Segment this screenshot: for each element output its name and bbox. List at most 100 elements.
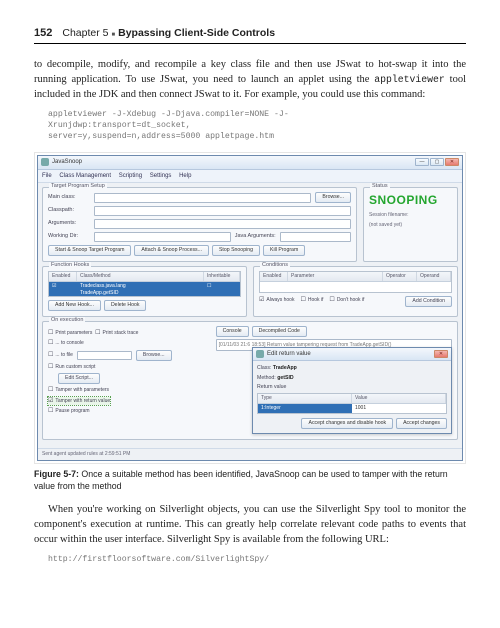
command-block: appletviewer -J-Xdebug -J-Djava.compiler…	[48, 109, 466, 142]
radio-always-hook[interactable]: Always hook	[259, 296, 294, 307]
command-line: appletviewer -J-Xdebug -J-Djava.compiler…	[48, 109, 466, 120]
menu-class-management[interactable]: Class Management	[59, 173, 111, 179]
radio-dont-hook-if[interactable]: Don't hook if	[329, 296, 364, 307]
arguments-input[interactable]	[94, 219, 351, 229]
group-legend: On execution	[49, 317, 85, 325]
menu-file[interactable]: File	[42, 173, 52, 179]
start-snoop-button[interactable]: Start & Snoop Target Program	[48, 245, 131, 256]
label-java-args: Java Arguments:	[235, 233, 276, 241]
dlg-class-value: TradeApp	[273, 365, 297, 371]
add-condition-button[interactable]: Add Condition	[405, 296, 452, 307]
hooks-grid[interactable]: Enabled Class/Method Inheritable ☑ Trade…	[48, 271, 241, 297]
menu-scripting[interactable]: Scripting	[119, 173, 142, 179]
menu-bar[interactable]: File Class Management Scripting Settings…	[38, 170, 462, 183]
kill-program-button[interactable]: Kill Program	[263, 245, 305, 256]
edit-script-button[interactable]: Edit Script...	[58, 373, 100, 384]
col-enabled[interactable]: Enabled	[49, 272, 77, 281]
col-operand[interactable]: Operand	[417, 272, 451, 281]
menu-help[interactable]: Help	[179, 173, 191, 179]
col-class-method[interactable]: Class/Method	[77, 272, 204, 281]
col-inheritable[interactable]: Inheritable	[204, 272, 240, 281]
accept-disable-button[interactable]: Accept changes and disable hook	[301, 418, 393, 429]
command-line: Xrunjdwp:transport=dt_socket,	[48, 120, 466, 131]
chk-tamper-params[interactable]: Tamper with parameters	[48, 386, 109, 394]
tab-console[interactable]: Console	[216, 326, 249, 337]
titlebar[interactable]: JavaSnoop — ▢ ✕	[38, 156, 462, 169]
label-main-class: Main class:	[48, 194, 90, 202]
chk-print-params[interactable]: Print parameters	[48, 330, 92, 336]
dlg-method-value: getSID	[277, 375, 293, 381]
accept-button[interactable]: Accept changes	[396, 418, 447, 429]
group-legend: Function Hooks	[49, 262, 91, 270]
inline-code: appletviewer	[374, 74, 445, 85]
page-header: 152 Chapter 5 ■ Bypassing Client-Side Co…	[34, 26, 466, 44]
return-value-cell[interactable]: 1001	[352, 404, 446, 413]
figure-caption-text: Once a suitable method has been identifi…	[34, 469, 448, 491]
return-type-cell[interactable]: 1:Integer	[258, 404, 352, 413]
java-args-input[interactable]	[280, 232, 351, 242]
on-execution-group: On execution Print parameters Print stac…	[42, 321, 458, 440]
col-enabled[interactable]: Enabled	[260, 272, 288, 281]
conditions-grid[interactable]: Enabled Parameter Operator Operand	[259, 271, 452, 293]
add-hook-button[interactable]: Add New Hook...	[48, 300, 101, 311]
label-arguments: Arguments:	[48, 220, 90, 228]
delete-hook-button[interactable]: Delete Hook	[104, 300, 147, 311]
url-text: http://firstfloorsoftware.com/Silverligh…	[48, 554, 466, 565]
browse-file-button[interactable]: Browse...	[136, 350, 172, 361]
return-value-label: Return value	[257, 384, 447, 391]
dialog-title: Edit return value	[267, 350, 311, 358]
attach-snoop-button[interactable]: Attach & Snoop Process...	[134, 245, 209, 256]
chk-print-stack[interactable]: Print stack trace	[95, 330, 138, 336]
dialog-close-button[interactable]: ✕	[434, 350, 448, 358]
conditions-group: Conditions Enabled Parameter Operator Op…	[253, 266, 458, 317]
col-value: Value	[352, 394, 446, 403]
group-legend: Conditions	[260, 262, 290, 270]
col-type: Type	[258, 394, 352, 403]
col-parameter[interactable]: Parameter	[288, 272, 383, 281]
browse-button[interactable]: Browse...	[315, 192, 351, 203]
return-value-table[interactable]: TypeValue 1:Integer 1001	[257, 393, 447, 414]
radio-hook-if[interactable]: Hook if	[300, 296, 323, 307]
chapter-title: Bypassing Client-Side Controls	[118, 26, 275, 41]
minimize-button[interactable]: —	[415, 158, 429, 166]
status-sub1: Session filename:	[369, 212, 452, 219]
body-paragraph: to decompile, modify, and recompile a ke…	[34, 58, 466, 103]
hooks-row[interactable]: ☑ Tradeclass.java.langTradeApp.getSID ☐	[49, 282, 240, 297]
chapter-label: Chapter 5	[62, 26, 108, 41]
maximize-button[interactable]: ▢	[430, 158, 444, 166]
radio-to-file[interactable]: ... to file	[48, 351, 73, 359]
app-window: JavaSnoop — ▢ ✕ File Class Management Sc…	[37, 155, 463, 461]
figure-caption: Figure 5-7: Once a suitable method has b…	[34, 469, 466, 493]
radio-to-console[interactable]: ... to console	[48, 339, 84, 347]
working-dir-input[interactable]	[94, 232, 231, 242]
dialog-icon	[256, 350, 264, 358]
group-legend: Status	[370, 183, 390, 191]
group-legend: Target Program Setup	[49, 183, 107, 191]
col-operator[interactable]: Operator	[383, 272, 417, 281]
classpath-input[interactable]	[94, 206, 351, 216]
body-paragraph: When you're working on Silverlight objec…	[34, 503, 466, 548]
chk-tamper-return[interactable]: Tamper with return value	[48, 397, 110, 405]
chk-run-script[interactable]: Run custom script	[48, 363, 95, 371]
function-hooks-group: Function Hooks Enabled Class/Method Inhe…	[42, 266, 247, 317]
status-text: SNOOPING	[369, 192, 452, 209]
target-program-group: Target Program Setup Main class:Browse..…	[42, 187, 357, 262]
status-group: Status SNOOPING Session filename: (not s…	[363, 187, 458, 262]
page-number: 152	[34, 26, 52, 41]
chk-pause-program[interactable]: Pause program	[48, 407, 90, 415]
window-title: JavaSnoop	[52, 158, 82, 166]
status-sub2: (not saved yet)	[369, 222, 452, 229]
tab-decompiled[interactable]: Decompiled Code	[252, 326, 307, 337]
main-class-input[interactable]	[94, 193, 311, 203]
command-line: server=y,suspend=n,address=5000 appletpa…	[48, 131, 466, 142]
edit-return-dialog: Edit return value ✕ Class: TradeApp Meth…	[252, 347, 452, 434]
label-working-dir: Working Dir:	[48, 233, 90, 241]
label-classpath: Classpath:	[48, 207, 90, 215]
separator-icon: ■	[111, 31, 115, 39]
figure: JavaSnoop — ▢ ✕ File Class Management Sc…	[34, 152, 466, 493]
menu-settings[interactable]: Settings	[150, 173, 172, 179]
close-button[interactable]: ✕	[445, 158, 459, 166]
stop-snooping-button[interactable]: Stop Snooping	[212, 245, 260, 256]
app-icon	[41, 158, 49, 166]
file-path-input[interactable]	[77, 351, 132, 360]
